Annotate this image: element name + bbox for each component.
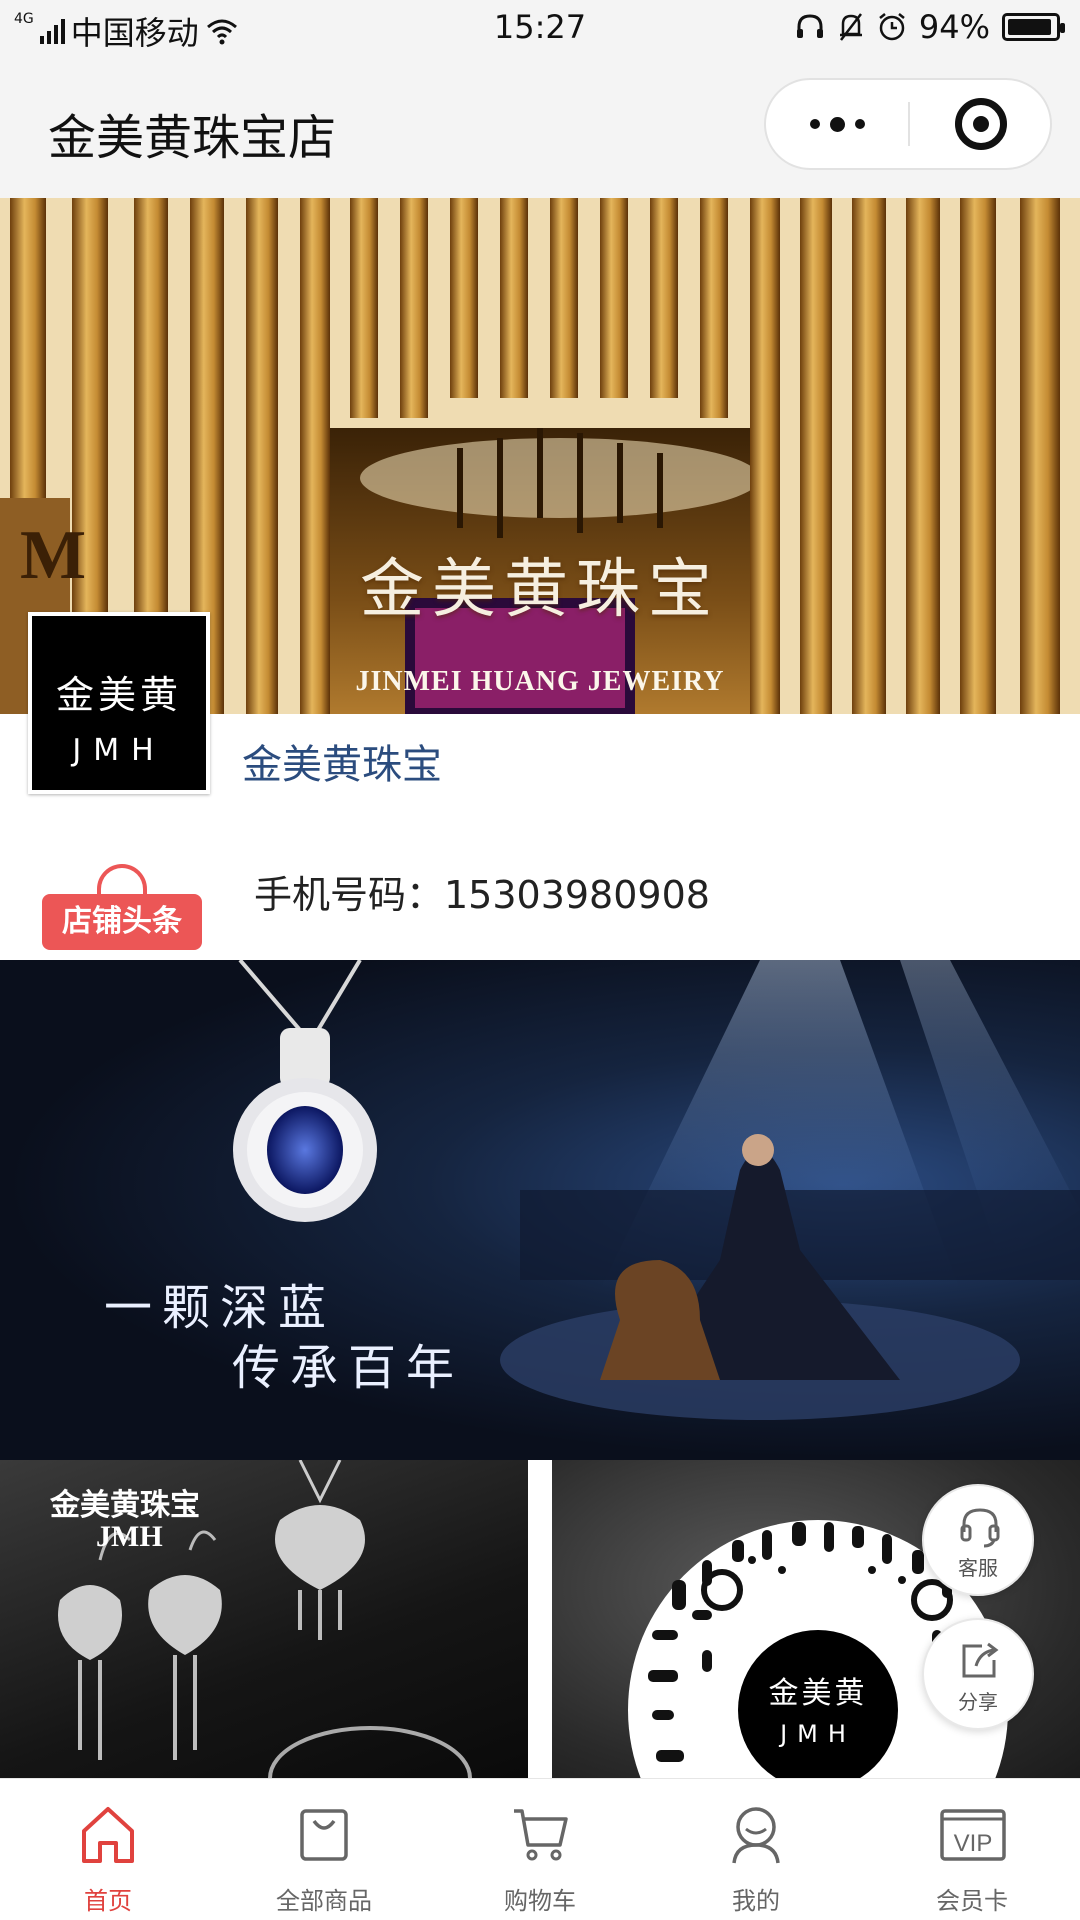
tab-profile-label: 我的: [732, 1887, 780, 1915]
status-bar: 4G 中国移动 15:27 94%: [0, 0, 1080, 58]
tab-home-label: 首页: [84, 1887, 132, 1915]
store-name[interactable]: 金美黄珠宝: [242, 732, 442, 790]
promo-banner[interactable]: 一颗深蓝 传承百年: [0, 960, 1080, 1460]
tile-title: 金美黄珠宝: [50, 1488, 200, 1523]
customer-service-button[interactable]: 客服: [922, 1484, 1034, 1596]
alarm-icon: [879, 13, 905, 41]
headline-text: 手机号码：15303980908: [254, 873, 710, 917]
more-button[interactable]: [766, 80, 908, 168]
headset-icon: [960, 1508, 1000, 1548]
page-title: 金美黄珠宝店: [48, 110, 337, 166]
qr-logo-english: JMH: [780, 1720, 856, 1748]
store-headline[interactable]: 店铺头条 手机号码：15303980908: [0, 820, 1080, 960]
customer-service-label: 客服: [958, 1556, 998, 1580]
cart-icon: [514, 1809, 568, 1861]
tab-bar: 首页 全部商品 购物车 我的 VIP 会员卡: [0, 1778, 1080, 1920]
vip-card-icon: VIP: [940, 1809, 1006, 1861]
battery-fill: [1008, 19, 1052, 35]
tab-profile[interactable]: 我的: [648, 1779, 864, 1920]
logo-text-chinese: 金美黄: [55, 673, 182, 717]
close-button[interactable]: [910, 80, 1052, 168]
store-logo[interactable]: 金美黄 JMH: [28, 612, 210, 794]
tab-vip-card-label: 会员卡: [936, 1887, 1008, 1915]
share-label: 分享: [958, 1690, 998, 1714]
mini-program-capsule: [764, 78, 1052, 170]
tile-gap: [528, 1460, 552, 1778]
tab-cart-label: 购物车: [504, 1887, 576, 1915]
nav-bar: 金美黄珠宝店: [0, 58, 1080, 198]
product-tile-jewelry[interactable]: 金美黄珠宝 JMH: [0, 1460, 528, 1778]
badge-hanger: [97, 864, 147, 898]
qr-logo-chinese: 金美黄: [768, 1676, 868, 1711]
target-icon: [955, 98, 1007, 150]
svg-text:VIP: VIP: [954, 1830, 993, 1857]
tab-home[interactable]: 首页: [0, 1779, 216, 1920]
tile-subtitle: JMH: [96, 1520, 163, 1553]
headset-icon: [796, 14, 823, 38]
tab-vip-card[interactable]: VIP 会员卡: [864, 1779, 1080, 1920]
headline-badge: 店铺头条: [42, 864, 202, 950]
tab-all-products-label: 全部商品: [276, 1887, 372, 1915]
tab-cart[interactable]: 购物车: [432, 1779, 648, 1920]
bag-icon: [300, 1809, 348, 1861]
status-right: 94%: [795, 8, 1065, 46]
user-icon: [732, 1807, 780, 1864]
banner-slogan-line2: 传承百年: [232, 1340, 465, 1396]
tab-all-products[interactable]: 全部商品: [216, 1779, 432, 1920]
battery-percent: 94%: [918, 8, 990, 46]
qr-logo: 金美黄 JMH: [738, 1630, 898, 1778]
mute-bell-icon: [839, 13, 862, 41]
page: 4G 中国移动 15:27 94% 金美黄珠宝店 M 金美黄珠宝 JINMEI …: [0, 0, 1080, 1920]
home-icon: [82, 1807, 134, 1863]
logo-text-english: JMH: [72, 733, 166, 768]
headline-badge-label: 店铺头条: [42, 894, 202, 950]
share-button[interactable]: 分享: [922, 1618, 1034, 1730]
share-icon: [962, 1642, 999, 1678]
battery-icon: [1002, 13, 1065, 41]
